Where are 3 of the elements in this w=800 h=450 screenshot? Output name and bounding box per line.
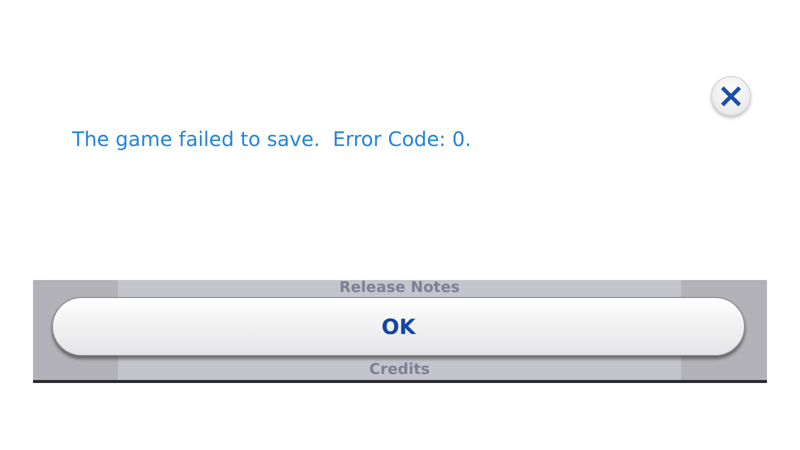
ok-button[interactable]: OK [52,297,745,356]
error-message: The game failed to save. Error Code: 0. [72,127,472,151]
close-button[interactable]: × [711,76,751,116]
